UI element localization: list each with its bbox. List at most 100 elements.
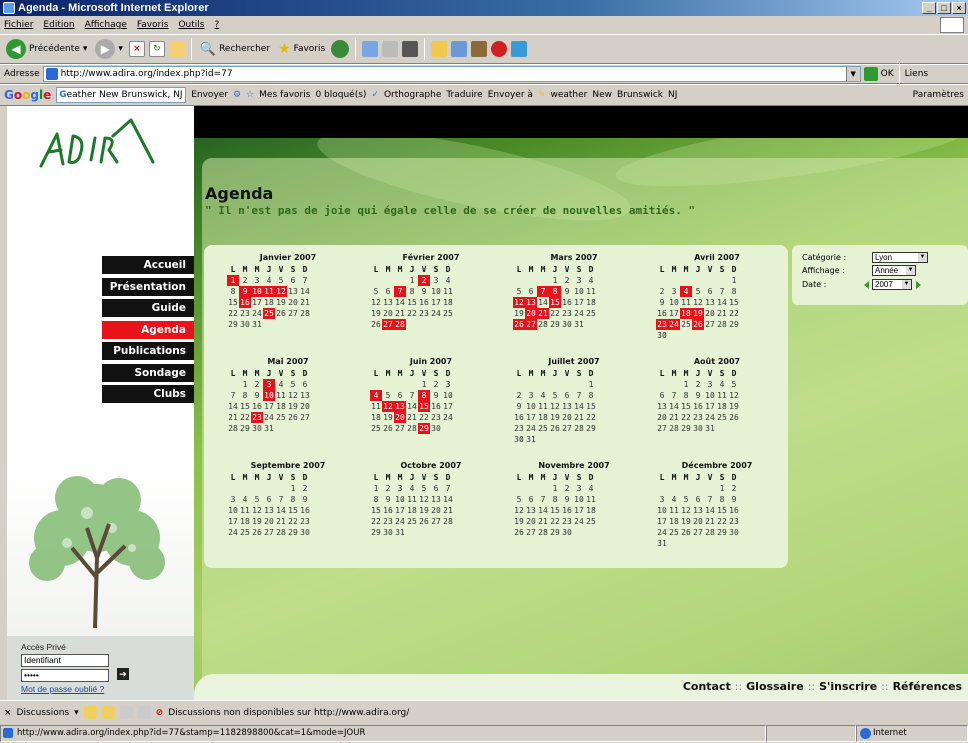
calendar-day[interactable]: 7 bbox=[299, 275, 311, 286]
calendar-day[interactable]: 5 bbox=[549, 390, 561, 401]
calendar-day[interactable]: 4 bbox=[668, 494, 680, 505]
calendar-day[interactable]: 12 bbox=[251, 505, 263, 516]
event-day[interactable]: 20 bbox=[525, 308, 537, 319]
calendar-day[interactable]: 9 bbox=[656, 297, 668, 308]
calendar-day[interactable]: 30 bbox=[561, 527, 573, 538]
event-day[interactable]: 18 bbox=[680, 308, 692, 319]
calendar-day[interactable]: 25 bbox=[442, 308, 454, 319]
calendar-day[interactable]: 15 bbox=[680, 401, 692, 412]
calendar-day[interactable]: 19 bbox=[275, 297, 287, 308]
calendar-day[interactable]: 22 bbox=[239, 412, 251, 423]
calendar-day[interactable]: 9 bbox=[561, 286, 573, 297]
calendar-day[interactable]: 17 bbox=[442, 401, 454, 412]
maximize-button[interactable]: □ bbox=[937, 2, 951, 14]
calendar-day[interactable]: 29 bbox=[287, 527, 299, 538]
calendar-day[interactable]: 14 bbox=[537, 505, 549, 516]
month-title[interactable]: Mars 2007 bbox=[510, 253, 638, 264]
search-term-new[interactable]: New bbox=[592, 90, 612, 100]
calendar-day[interactable]: 7 bbox=[406, 390, 418, 401]
calendar-day[interactable]: 13 bbox=[704, 297, 716, 308]
calendar-day[interactable]: 14 bbox=[227, 401, 239, 412]
event-day[interactable]: 12 bbox=[513, 297, 525, 308]
print-icon[interactable] bbox=[382, 41, 399, 57]
calendar-day[interactable]: 3 bbox=[525, 390, 537, 401]
password-input[interactable]: ••••• bbox=[21, 669, 109, 682]
alert-icon[interactable] bbox=[491, 41, 508, 57]
event-day[interactable]: 12 bbox=[382, 401, 394, 412]
calendar-day[interactable]: 29 bbox=[728, 319, 740, 330]
tool-icon[interactable] bbox=[511, 41, 528, 57]
calendar-day[interactable]: 19 bbox=[513, 308, 525, 319]
event-day[interactable]: 13 bbox=[525, 297, 537, 308]
event-day[interactable]: 16 bbox=[239, 297, 251, 308]
calendar-day[interactable]: 6 bbox=[561, 390, 573, 401]
calendar-day[interactable]: 14 bbox=[442, 494, 454, 505]
calendar-day[interactable]: 10 bbox=[227, 505, 239, 516]
menu-help[interactable]: ? bbox=[214, 16, 219, 34]
calendar-day[interactable]: 23 bbox=[299, 516, 311, 527]
calendar-day[interactable]: 15 bbox=[287, 505, 299, 516]
calendar-day[interactable]: 21 bbox=[537, 516, 549, 527]
search-term-weather[interactable]: weather bbox=[550, 90, 587, 100]
calendar-day[interactable]: 1 bbox=[370, 483, 382, 494]
calendar-day[interactable]: 22 bbox=[549, 308, 561, 319]
calendar-day[interactable]: 12 bbox=[513, 505, 525, 516]
calendar-day[interactable]: 27 bbox=[525, 527, 537, 538]
calendar-day[interactable]: 11 bbox=[585, 494, 597, 505]
calendar-day[interactable]: 4 bbox=[585, 275, 597, 286]
calendar-day[interactable]: 4 bbox=[239, 494, 251, 505]
calendar-day[interactable]: 3 bbox=[442, 379, 454, 390]
calendar-day[interactable]: 26 bbox=[370, 319, 382, 330]
calendar-day[interactable]: 9 bbox=[382, 494, 394, 505]
gear-icon[interactable]: ⚙ bbox=[233, 90, 241, 100]
calendar-day[interactable]: 27 bbox=[287, 308, 299, 319]
event-day[interactable]: 11 bbox=[263, 286, 275, 297]
event-day[interactable]: 26 bbox=[692, 319, 704, 330]
calendar-day[interactable]: 8 bbox=[227, 286, 239, 297]
calendar-day[interactable]: 26 bbox=[549, 423, 561, 434]
calendar-day[interactable]: 17 bbox=[394, 505, 406, 516]
calendar-day[interactable]: 20 bbox=[299, 401, 311, 412]
search-term-brunswick[interactable]: Brunswick bbox=[617, 90, 663, 100]
next-year-icon[interactable] bbox=[916, 281, 921, 289]
calendar-day[interactable]: 12 bbox=[680, 505, 692, 516]
calendar-day[interactable]: 30 bbox=[656, 330, 668, 341]
discussions-button[interactable]: Discussions bbox=[17, 708, 70, 718]
calendar-day[interactable]: 21 bbox=[442, 505, 454, 516]
calendar-day[interactable]: 23 bbox=[692, 412, 704, 423]
calendar-day[interactable]: 31 bbox=[251, 319, 263, 330]
calendar-day[interactable]: 18 bbox=[370, 412, 382, 423]
links-label[interactable]: Liens bbox=[905, 69, 928, 79]
calendar-day[interactable]: 14 bbox=[537, 297, 549, 308]
calendar-day[interactable]: 7 bbox=[537, 494, 549, 505]
calendar-day[interactable]: 6 bbox=[525, 286, 537, 297]
calendar-day[interactable]: 25 bbox=[370, 423, 382, 434]
calendar-day[interactable]: 22 bbox=[680, 412, 692, 423]
calendar-day[interactable]: 3 bbox=[227, 494, 239, 505]
event-day[interactable]: 4 bbox=[680, 286, 692, 297]
calendar-day[interactable]: 28 bbox=[227, 423, 239, 434]
calendar-day[interactable]: 10 bbox=[442, 390, 454, 401]
calendar-day[interactable]: 13 bbox=[263, 505, 275, 516]
calendar-day[interactable]: 13 bbox=[692, 505, 704, 516]
calendar-day[interactable]: 16 bbox=[561, 297, 573, 308]
mail-icon[interactable] bbox=[362, 41, 379, 57]
calendar-day[interactable]: 27 bbox=[394, 423, 406, 434]
calendar-day[interactable]: 27 bbox=[430, 516, 442, 527]
month-title[interactable]: Août 2007 bbox=[653, 357, 781, 368]
calendar-day[interactable]: 19 bbox=[728, 401, 740, 412]
calendar-day[interactable]: 11 bbox=[585, 286, 597, 297]
calendar-day[interactable]: 10 bbox=[394, 494, 406, 505]
calendar-day[interactable]: 20 bbox=[430, 505, 442, 516]
calendar-day[interactable]: 19 bbox=[418, 505, 430, 516]
go-button[interactable]: OK bbox=[881, 69, 894, 79]
event-day[interactable]: 4 bbox=[370, 390, 382, 401]
calendar-day[interactable]: 7 bbox=[716, 286, 728, 297]
month-title[interactable]: Mai 2007 bbox=[224, 357, 352, 368]
calendar-day[interactable]: 15 bbox=[406, 297, 418, 308]
spellcheck-button[interactable]: Orthographe bbox=[384, 90, 441, 100]
event-day[interactable]: 26 bbox=[513, 319, 525, 330]
calendar-day[interactable]: 24 bbox=[227, 527, 239, 538]
favorites-button[interactable]: ★ Favoris bbox=[276, 37, 327, 61]
calendar-day[interactable]: 20 bbox=[692, 516, 704, 527]
